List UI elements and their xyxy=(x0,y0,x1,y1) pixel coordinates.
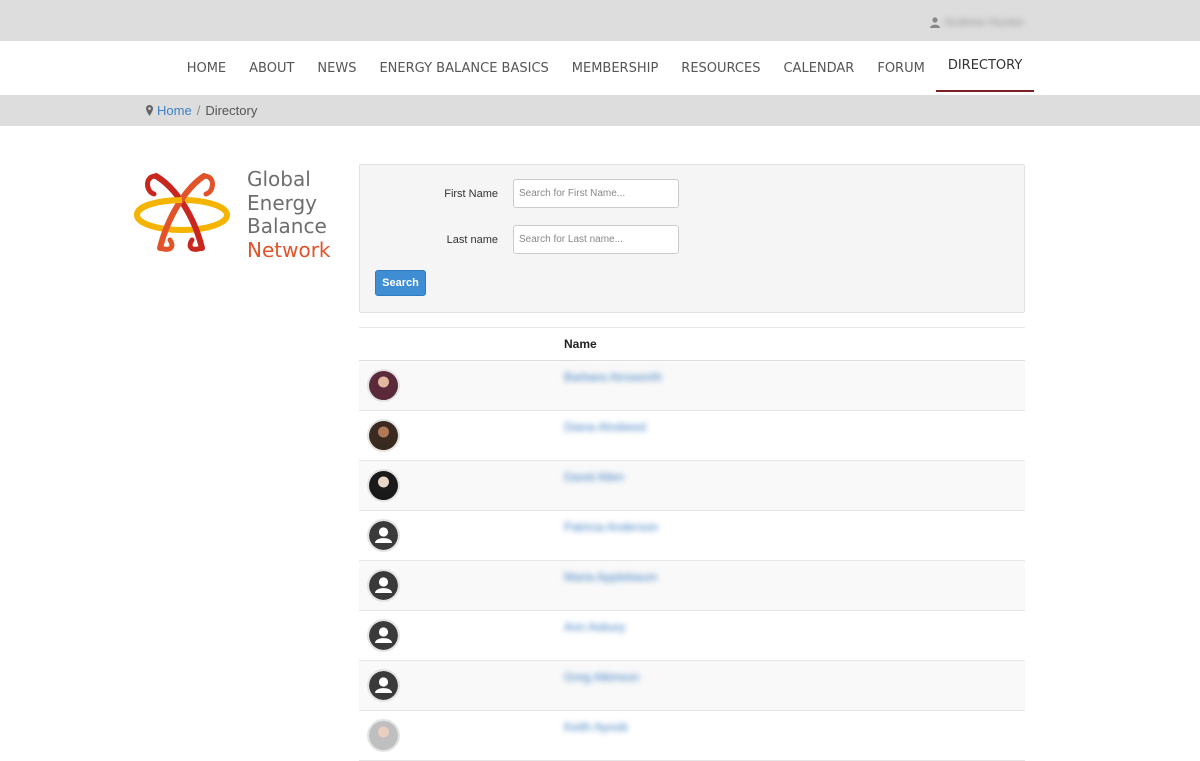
avatar[interactable] xyxy=(367,569,400,602)
nav-energy-balance-basics[interactable]: ENERGY BALANCE BASICS xyxy=(368,41,560,95)
directory-table: Name Barbara Ainsworth Diana Ahobeed David… xyxy=(359,327,1025,761)
logo-mark-icon xyxy=(134,173,230,252)
name-column-header[interactable]: Name xyxy=(564,337,597,351)
member-name-link[interactable]: Barbara Ainsworth xyxy=(564,370,662,384)
table-row[interactable]: Greg Atkinson xyxy=(359,661,1025,711)
member-name-link[interactable]: Diana Ahobeed xyxy=(564,420,646,434)
profile-photo-icon xyxy=(369,471,398,500)
default-avatar-icon xyxy=(369,571,398,600)
nav-forum[interactable]: FORUM xyxy=(866,41,936,95)
avatar[interactable] xyxy=(367,669,400,702)
profile-photo-icon xyxy=(369,421,398,450)
table-row[interactable]: Barbara Ainsworth xyxy=(359,361,1025,411)
member-name-link[interactable]: David Allen xyxy=(564,470,624,484)
nav-calendar[interactable]: CALENDAR xyxy=(772,41,866,95)
default-avatar-icon xyxy=(369,521,398,550)
logo-line-2: Energy xyxy=(247,190,318,215)
top-bar: Andrew Hunter xyxy=(0,0,1200,41)
avatar[interactable] xyxy=(367,619,400,652)
member-name-link[interactable]: Maria Applebaum xyxy=(564,570,657,584)
table-row[interactable]: Ann Asbury xyxy=(359,611,1025,661)
nav-resources[interactable]: RESOURCES xyxy=(670,41,772,95)
breadcrumb: Home / Directory xyxy=(0,95,1200,126)
logo-line-4: Network xyxy=(247,237,331,262)
last-name-label: Last name xyxy=(446,233,498,246)
member-name-link[interactable]: Greg Atkinson xyxy=(564,670,639,684)
main-content: Global Energy Balance Network First Name… xyxy=(0,126,1200,761)
map-marker-icon xyxy=(146,105,153,116)
breadcrumb-home-link[interactable]: Home xyxy=(157,103,192,118)
table-header: Name xyxy=(359,327,1025,361)
table-row[interactable]: David Allen xyxy=(359,461,1025,511)
default-avatar-icon xyxy=(369,671,398,700)
table-body: Barbara Ainsworth Diana Ahobeed David Alle… xyxy=(359,361,1025,761)
nav-membership[interactable]: MEMBERSHIP xyxy=(560,41,670,95)
member-name-link[interactable]: Keith Ayoob xyxy=(564,720,628,734)
table-row[interactable]: Maria Applebaum xyxy=(359,561,1025,611)
default-avatar-icon xyxy=(369,621,398,650)
user-icon xyxy=(929,16,940,28)
avatar[interactable] xyxy=(367,369,400,402)
user-name: Andrew Hunter xyxy=(943,15,1024,29)
first-name-row: First Name xyxy=(360,179,679,208)
logo-line-3: Balance xyxy=(247,214,327,238)
table-row[interactable]: Patricia Anderson xyxy=(359,511,1025,561)
directory-search-panel: First Name Last name Search xyxy=(359,164,1025,313)
member-name-link[interactable]: Ann Asbury xyxy=(564,620,625,634)
logo-line-1: Global xyxy=(247,167,311,191)
profile-photo-icon xyxy=(369,721,398,750)
breadcrumb-separator: / xyxy=(196,103,201,118)
avatar[interactable] xyxy=(367,719,400,752)
logo-text: Global Energy Balance Network xyxy=(247,167,331,262)
avatar[interactable] xyxy=(367,419,400,452)
main-nav: HOME ABOUT NEWS ENERGY BALANCE BASICS ME… xyxy=(0,41,1200,95)
avatar[interactable] xyxy=(367,469,400,502)
first-name-label: First Name xyxy=(444,187,498,200)
nav-directory[interactable]: DIRECTORY xyxy=(936,41,1034,92)
table-row[interactable]: Keith Ayoob xyxy=(359,711,1025,761)
member-name-link[interactable]: Patricia Anderson xyxy=(564,520,658,534)
nav-news[interactable]: NEWS xyxy=(306,41,368,95)
table-row[interactable]: Diana Ahobeed xyxy=(359,411,1025,461)
first-name-input[interactable] xyxy=(513,179,679,208)
search-button[interactable]: Search xyxy=(375,270,426,296)
site-logo[interactable]: Global Energy Balance Network xyxy=(134,167,344,261)
last-name-input[interactable] xyxy=(513,225,679,254)
nav-home[interactable]: HOME xyxy=(175,41,237,95)
last-name-row: Last name xyxy=(360,225,679,254)
nav-about[interactable]: ABOUT xyxy=(238,41,306,95)
breadcrumb-current: Directory xyxy=(205,103,258,118)
avatar[interactable] xyxy=(367,519,400,552)
profile-photo-icon xyxy=(369,371,398,400)
user-menu[interactable]: Andrew Hunter xyxy=(929,15,1024,29)
